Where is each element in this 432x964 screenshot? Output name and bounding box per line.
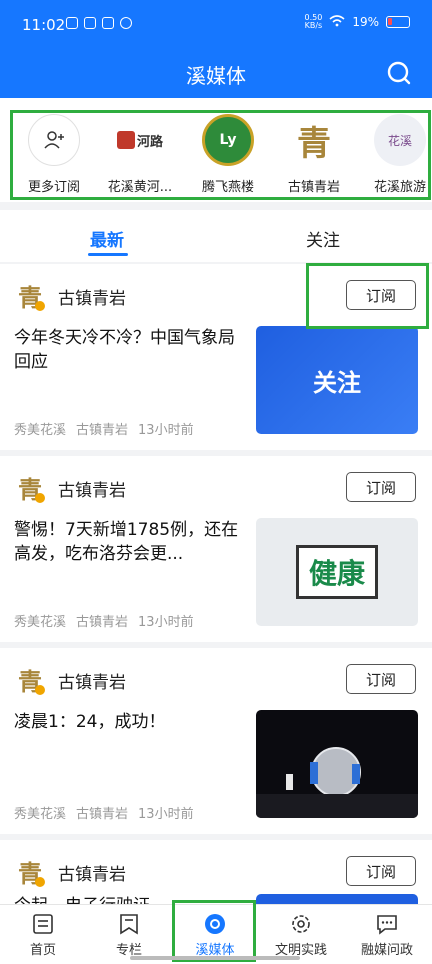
author-logo: 青 [16, 474, 46, 504]
status-time: 11:02 [22, 16, 66, 34]
battery-percent: 19% [352, 15, 379, 29]
feed-tabs: 最新 关注 [0, 210, 432, 262]
subscription-label: 更多订阅 [27, 180, 80, 195]
subscription-label: 腾飞燕楼 [201, 180, 254, 195]
media-icon [204, 913, 226, 935]
search-icon[interactable] [386, 60, 412, 86]
wifi-icon [329, 14, 345, 30]
subscribe-button[interactable]: 订阅 [346, 280, 416, 310]
home-icon [32, 913, 54, 935]
article-thumbnail[interactable]: 健康 [256, 518, 418, 626]
nav-home[interactable]: 首页 [0, 905, 86, 964]
status-right: 0.50 KB/s 19% [305, 14, 410, 30]
article-thumbnail[interactable] [256, 710, 418, 818]
article-meta: 秀美花溪 古镇青岩 13小时前 [14, 615, 194, 630]
active-tab-indicator [88, 253, 128, 256]
notification-icons [66, 17, 132, 29]
author-name: 古镇青岩 [58, 481, 126, 501]
feed-card[interactable]: 青 古镇青岩 订阅 今起，电子行驶证... [0, 840, 432, 964]
feed-card[interactable]: 青 古镇青岩 订阅 凌晨1：24，成功！ 秀美花溪 古镇青岩 13小时前 [0, 648, 432, 834]
app-header: 溪媒体 [0, 50, 432, 98]
author-logo: 青 [16, 666, 46, 696]
author-name: 古镇青岩 [58, 865, 126, 885]
subscribe-button[interactable]: 订阅 [346, 472, 416, 502]
notification-icon [120, 17, 132, 29]
chat-icon [376, 913, 398, 935]
tab-latest[interactable]: 最新 [90, 226, 124, 251]
author-name: 古镇青岩 [58, 673, 126, 693]
gear-icon [290, 913, 312, 935]
notification-icon [84, 17, 96, 29]
add-user-icon [28, 114, 80, 166]
feed-card[interactable]: 青 古镇青岩 订阅 今年冬天冷不冷？中国气象局回应 秀美花溪 古镇青岩 13小时前 … [0, 264, 432, 450]
notification-icon [102, 17, 114, 29]
article-title[interactable]: 今年冬天冷不冷？中国气象局回应 [14, 326, 240, 374]
status-bar: 11:02 0.50 KB/s 19% [0, 0, 432, 50]
subscribe-button[interactable]: 订阅 [346, 664, 416, 694]
tab-following[interactable]: 关注 [306, 226, 340, 251]
nav-inquiry[interactable]: 融媒问政 [344, 905, 430, 964]
author-name: 古镇青岩 [58, 289, 126, 309]
subscription-huaxi-lvyou[interactable]: 花溪 花溪旅游 [360, 114, 432, 195]
subscribe-button[interactable]: 订阅 [346, 856, 416, 886]
page-title: 溪媒体 [186, 64, 246, 88]
author-logo: 青 [16, 858, 46, 888]
battery-icon [386, 16, 410, 28]
subscription-guzhen-qingyan[interactable]: 青 古镇青岩 [274, 114, 354, 196]
subscription-label: 花溪黄河... [107, 180, 173, 195]
subscription-label: 古镇青岩 [287, 180, 340, 195]
article-meta: 秀美花溪 古镇青岩 13小时前 [14, 807, 194, 822]
article-thumbnail[interactable]: 关注 [256, 326, 418, 434]
channel-logo: 青 [297, 123, 331, 164]
channel-logo: Ly [202, 114, 254, 166]
notification-icon [66, 17, 78, 29]
column-icon [118, 913, 140, 935]
subscription-label: 花溪旅游 [373, 180, 426, 195]
subscription-tengfei-yanlou[interactable]: Ly 腾飞燕楼 [188, 114, 268, 195]
network-speed: 0.50 KB/s [304, 13, 323, 30]
article-title[interactable]: 警惕！7天新增1785例，还在高发，吃布洛芬会更... [14, 518, 240, 566]
article-meta: 秀美花溪 古镇青岩 13小时前 [14, 423, 194, 438]
subscription-more[interactable]: 更多订阅 [14, 114, 94, 195]
home-indicator[interactable] [130, 956, 300, 960]
feed-card[interactable]: 青 古镇青岩 订阅 警惕！7天新增1785例，还在高发，吃布洛芬会更... 秀美… [0, 456, 432, 642]
article-title[interactable]: 凌晨1：24，成功！ [14, 710, 240, 734]
channel-logo: 河路 [114, 114, 166, 166]
channel-logo: 花溪 [374, 114, 426, 166]
subscription-huaxi-huanghe[interactable]: 河路 花溪黄河... [100, 114, 180, 195]
bottom-nav: 首页 专栏 溪媒体 文明实践 融媒问政 [0, 904, 432, 964]
author-logo: 青 [16, 282, 46, 312]
